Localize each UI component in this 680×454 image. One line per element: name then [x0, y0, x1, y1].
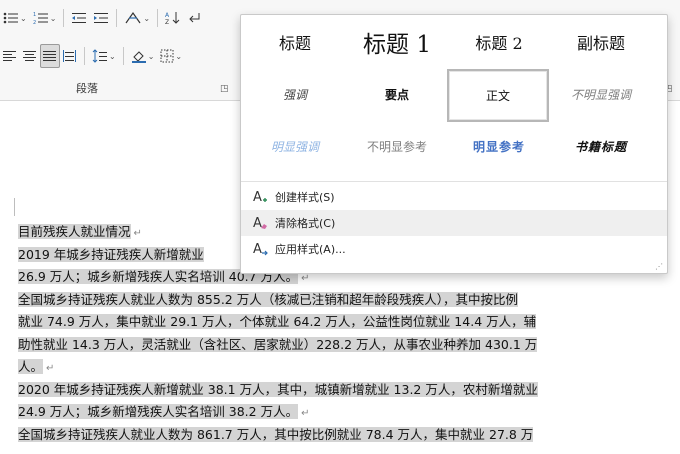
style-subtle-emphasis[interactable]: 不明显强调 — [551, 69, 651, 119]
dialog-launcher-icon[interactable]: ◳ — [220, 84, 229, 94]
svg-text:A: A — [253, 242, 262, 257]
borders-icon[interactable]: ⌄ — [157, 45, 185, 67]
doc-line: 人。 — [18, 359, 44, 374]
style-heading-2[interactable]: 标题 2 — [449, 17, 549, 67]
menu-label: 创建样式(S) — [275, 191, 335, 204]
style-intense-reference[interactable]: 明显参考 — [449, 121, 549, 171]
style-label: 正文 — [485, 89, 510, 103]
doc-line: 2019 年城乡持证残疾人新增就业 — [18, 246, 204, 262]
paragraph-toolbar-row1: ⌄ 1 2 ⌄ ⌄ AZ — [0, 6, 204, 30]
style-label: 标题 1 — [363, 32, 431, 58]
toolbar-divider — [116, 9, 118, 27]
bullets-icon[interactable]: ⌄ — [0, 7, 30, 29]
style-normal[interactable]: 正文 — [447, 69, 549, 122]
doc-line: 2020 年城乡持证残疾人新增就业 38.1 万人，其中，城镇新增就业 13.2… — [18, 381, 538, 397]
toolbar-divider — [84, 47, 85, 65]
paragraph-group-label: 段落 — [76, 82, 98, 95]
resize-grip-icon[interactable]: ⋰ — [655, 262, 663, 271]
create-style-menu-item[interactable]: A 创建样式(S) — [241, 184, 667, 210]
show-marks-icon[interactable] — [184, 7, 204, 29]
doc-line: 就业 74.9 万人，集中就业 29.1 万人，个体就业 64.2 万人，公益性… — [18, 314, 537, 329]
style-label: 不明显强调 — [570, 87, 631, 102]
increase-indent-icon[interactable] — [90, 7, 112, 29]
decrease-indent-icon[interactable] — [68, 7, 90, 29]
style-strong[interactable]: 要点 — [347, 69, 447, 119]
style-subtle-reference[interactable]: 不明显参考 — [347, 121, 447, 171]
clear-formatting-menu-item[interactable]: A 清除格式(C) — [241, 210, 667, 236]
style-label: 明显参考 — [472, 139, 525, 154]
style-label: 副标题 — [576, 34, 625, 53]
toolbar-divider — [157, 9, 159, 27]
style-label: 要点 — [384, 87, 409, 102]
svg-text:A: A — [253, 190, 262, 205]
style-label: 标题 — [278, 34, 311, 53]
margin-marker — [14, 198, 15, 216]
numbering-icon[interactable]: 1 2 ⌄ — [30, 7, 60, 29]
doc-line: 全国城乡持证残疾人就业人数为 861.7 万人，其中按比例就业 78.4 万人，… — [18, 426, 534, 442]
create-style-icon: A — [245, 189, 275, 205]
doc-line: 24.9 万人；城乡新增残疾人实名培训 38.2 万人。 — [18, 404, 299, 419]
apply-styles-icon: A — [245, 241, 275, 257]
chinese-layout-icon[interactable]: ⌄ — [121, 7, 153, 29]
svg-text:A: A — [165, 12, 170, 19]
style-subtitle[interactable]: 副标题 — [551, 17, 651, 67]
align-center-icon[interactable] — [20, 45, 40, 67]
style-heading-1[interactable]: 标题 1 — [347, 17, 447, 67]
justify-icon[interactable] — [40, 44, 60, 68]
style-label: 标题 2 — [475, 34, 523, 53]
paragraph-toolbar-row2: ⌄ ⌄ ⌄ — [0, 44, 185, 68]
style-heading[interactable]: 标题 — [245, 17, 345, 67]
styles-gallery-dropdown: 标题 标题 1 标题 2 副标题 强调 要点 正文 不明显强调 明显强调 不明显… — [240, 14, 668, 274]
sort-icon[interactable]: AZ — [162, 7, 184, 29]
shading-icon[interactable]: ⌄ — [128, 45, 158, 67]
svg-text:Z: Z — [165, 19, 169, 25]
style-book-title[interactable]: 书籍标题 — [551, 121, 651, 171]
clear-formatting-icon: A — [245, 215, 275, 231]
svg-text:1: 1 — [33, 12, 36, 18]
toolbar-divider — [63, 9, 65, 27]
style-label: 书籍标题 — [574, 139, 627, 154]
toolbar-divider — [122, 47, 124, 65]
align-left-icon[interactable] — [0, 45, 20, 67]
doc-line: 全国城乡持证残疾人就业人数为 855.2 万人（核减已注销和超年龄段残疾人），其… — [18, 291, 518, 307]
style-label: 明显强调 — [270, 139, 319, 154]
menu-label: 应用样式(A)... — [275, 243, 346, 256]
svg-text:2: 2 — [33, 20, 36, 25]
gallery-divider — [241, 181, 667, 182]
svg-text:A: A — [253, 216, 262, 231]
apply-styles-menu-item[interactable]: A 应用样式(A)... — [241, 236, 667, 262]
menu-label: 清除格式(C) — [275, 217, 336, 230]
style-emphasis[interactable]: 强调 — [245, 69, 345, 119]
line-spacing-icon[interactable]: ⌄ — [89, 45, 119, 67]
doc-line: 助性就业 14.3 万人，灵活就业（含社区、居家就业）228.2 万人，从事农业… — [18, 336, 538, 352]
style-intense-emphasis[interactable]: 明显强调 — [245, 121, 345, 171]
doc-title-line: 目前残疾人就业情况 — [18, 224, 131, 239]
style-label: 强调 — [282, 87, 307, 102]
style-label: 不明显参考 — [366, 139, 427, 154]
distributed-icon[interactable] — [60, 45, 80, 67]
